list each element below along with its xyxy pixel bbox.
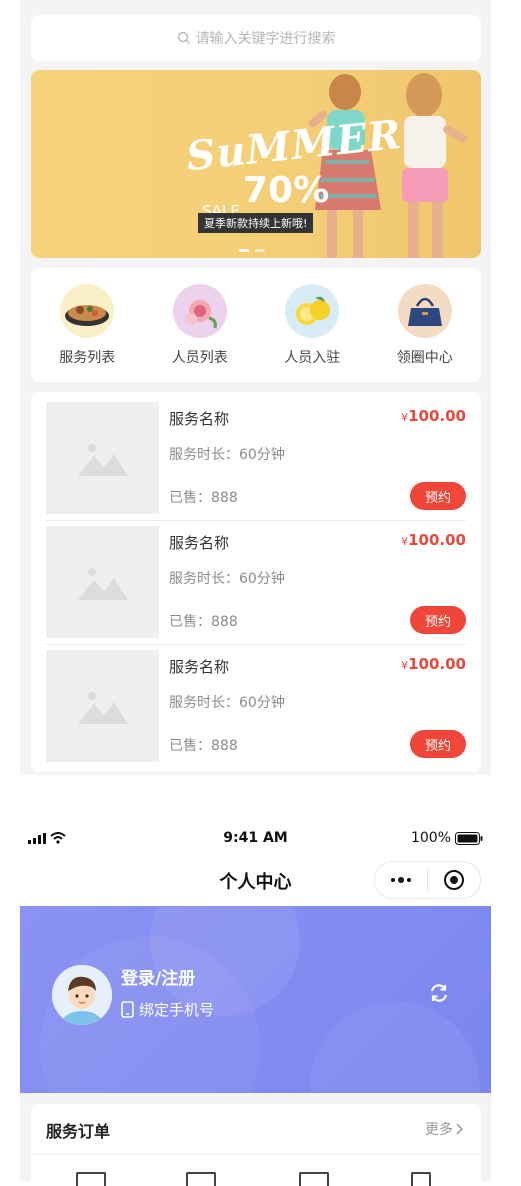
service-orders-card: 服务订单 更多 xyxy=(31,1104,481,1186)
promo-banner[interactable]: SuMMER 70% SALE 夏季新款持续上新哦! xyxy=(31,70,481,258)
category-staff-join[interactable]: 人员入驻 xyxy=(256,268,369,382)
banner-dot[interactable] xyxy=(239,249,249,252)
search-bar[interactable]: 请输入关键字进行搜索 xyxy=(31,15,481,61)
order-status-icon[interactable] xyxy=(186,1172,216,1186)
orders-title: 服务订单 xyxy=(46,1122,111,1141)
login-register-link[interactable]: 登录/注册 xyxy=(121,964,195,989)
service-sold-count: 已售：888 xyxy=(169,738,238,754)
category-circle-center[interactable]: 领圈中心 xyxy=(369,268,482,382)
flower-icon xyxy=(172,284,227,338)
more-label: 更多 xyxy=(425,1122,453,1138)
service-card[interactable]: 服务名称 ¥100.00 服务时长：60分钟 已售：888 预约 xyxy=(46,526,466,638)
service-price: ¥100.00 xyxy=(401,407,466,425)
price-value: 100.00 xyxy=(408,655,466,673)
food-plate-icon xyxy=(60,284,115,338)
service-duration: 服务时长：60分钟 xyxy=(169,695,285,711)
service-duration: 服务时长：60分钟 xyxy=(169,447,285,463)
target-icon xyxy=(444,870,464,890)
banner-dot[interactable] xyxy=(255,249,265,252)
battery-percent: 100% xyxy=(410,830,451,846)
service-name: 服务名称 xyxy=(169,410,230,428)
price-value: 100.00 xyxy=(408,531,466,549)
image-placeholder-icon xyxy=(46,402,159,514)
search-icon xyxy=(177,31,190,44)
chevron-right-icon xyxy=(456,1123,463,1135)
handbag-icon xyxy=(397,284,452,338)
category-label: 领圈中心 xyxy=(396,350,453,366)
refresh-button[interactable] xyxy=(428,982,450,1008)
service-duration: 服务时长：60分钟 xyxy=(169,571,285,587)
book-button[interactable]: 预约 xyxy=(410,482,466,510)
lemon-icon xyxy=(285,284,340,338)
book-button[interactable]: 预约 xyxy=(410,606,466,634)
category-label: 人员入驻 xyxy=(284,350,341,366)
divider xyxy=(46,520,466,521)
service-card[interactable]: 服务名称 ¥100.00 服务时长：60分钟 已售：888 预约 xyxy=(46,650,466,762)
category-label: 服务列表 xyxy=(59,350,116,366)
book-button[interactable]: 预约 xyxy=(410,730,466,758)
banner-discount: 70% xyxy=(243,170,330,211)
refresh-icon xyxy=(430,984,448,1002)
category-service-list[interactable]: 服务列表 xyxy=(31,268,144,382)
ellipsis-icon xyxy=(391,877,411,883)
price-value: 100.00 xyxy=(408,407,466,425)
bind-phone-link[interactable]: 绑定手机号 xyxy=(121,999,214,1020)
order-status-icon[interactable] xyxy=(76,1172,106,1186)
search-placeholder: 请输入关键字进行搜索 xyxy=(195,31,336,47)
service-name: 服务名称 xyxy=(169,658,230,676)
service-sold-count: 已售：888 xyxy=(169,614,238,630)
divider xyxy=(46,644,466,645)
orders-more-link[interactable]: 更多 xyxy=(425,1119,463,1139)
status-bar: 9:41 AM 100% xyxy=(20,824,491,854)
battery-indicator: 100% xyxy=(411,830,483,846)
banner-pagination[interactable] xyxy=(239,249,265,252)
service-price: ¥100.00 xyxy=(401,655,466,673)
divider xyxy=(31,1154,481,1155)
mini-program-capsule xyxy=(374,861,481,899)
navigation-bar: 个人中心 xyxy=(20,854,491,906)
avatar[interactable] xyxy=(52,965,112,1025)
image-placeholder-icon xyxy=(46,526,159,638)
profile-screen: 9:41 AM 100% 个人中心 登录/注册 绑定手机号 服务订单 更多 xyxy=(20,824,491,1186)
service-name: 服务名称 xyxy=(169,534,230,552)
banner-tagline: 夏季新款持续上新哦! xyxy=(198,213,314,233)
model-figure-right xyxy=(402,73,467,258)
service-list: 服务名称 ¥100.00 服务时长：60分钟 已售：888 预约 服务名称 ¥1… xyxy=(31,392,481,772)
service-sold-count: 已售：888 xyxy=(169,490,238,506)
phone-icon xyxy=(121,1001,134,1018)
order-status-icon[interactable] xyxy=(299,1172,329,1186)
battery-icon xyxy=(455,831,483,845)
more-button[interactable] xyxy=(375,877,427,883)
bind-phone-label: 绑定手机号 xyxy=(139,1001,215,1019)
order-status-icon[interactable] xyxy=(411,1172,431,1186)
category-grid: 服务列表 人员列表 人员入驻 领圈中心 xyxy=(31,268,481,382)
category-staff-list[interactable]: 人员列表 xyxy=(144,268,257,382)
category-label: 人员列表 xyxy=(171,350,228,366)
service-card[interactable]: 服务名称 ¥100.00 服务时长：60分钟 已售：888 预约 xyxy=(46,402,466,514)
service-price: ¥100.00 xyxy=(401,531,466,549)
image-placeholder-icon xyxy=(46,650,159,762)
decorative-circle xyxy=(310,1001,480,1093)
close-button[interactable] xyxy=(428,869,480,891)
profile-header: 登录/注册 绑定手机号 xyxy=(20,906,491,1093)
